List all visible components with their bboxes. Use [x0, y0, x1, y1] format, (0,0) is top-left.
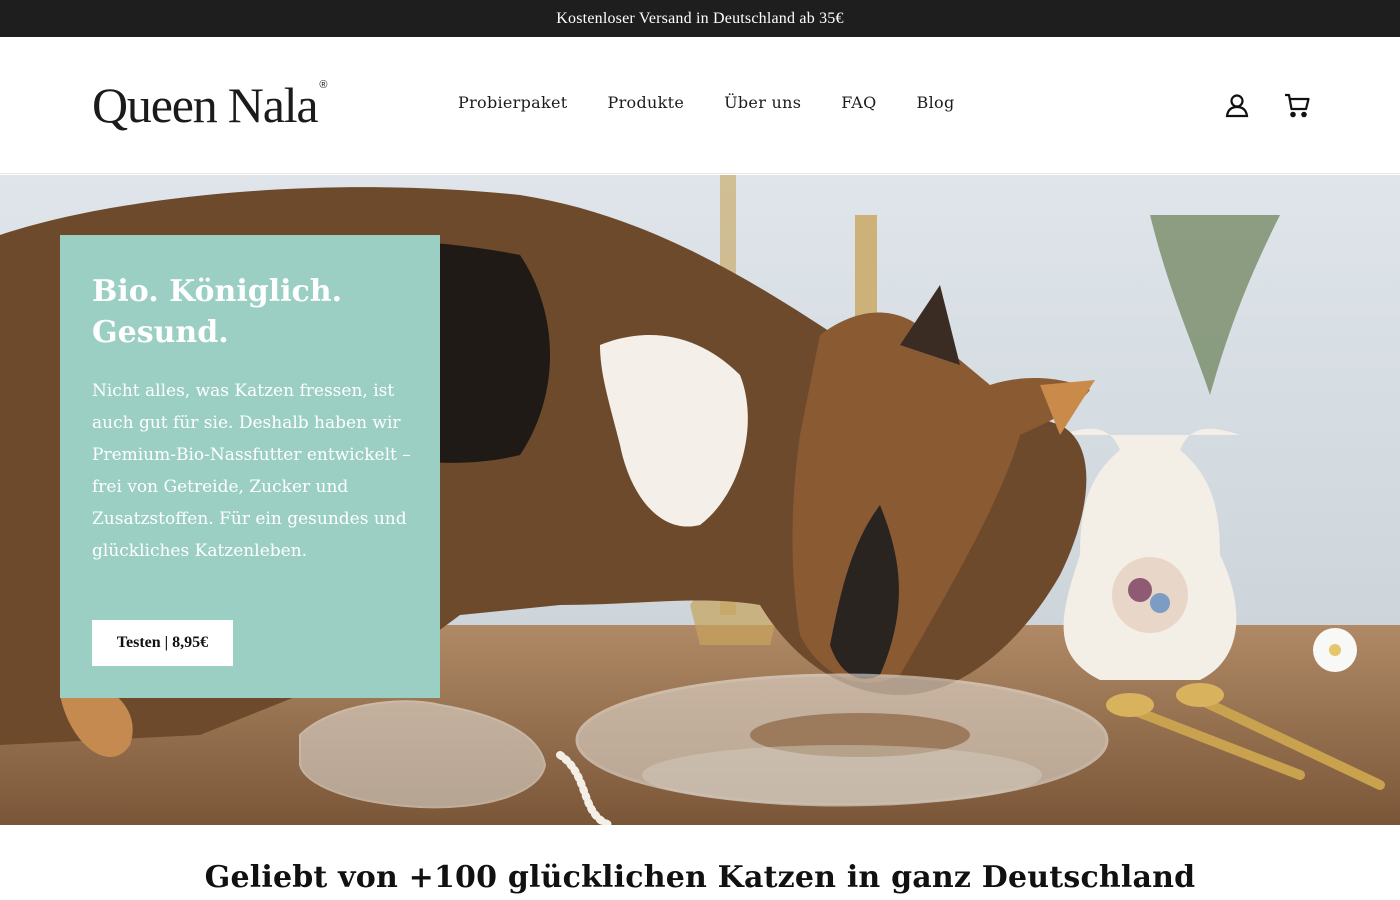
logo-text: Queen Nala: [92, 77, 319, 133]
hero-description: Nicht alles, was Katzen fressen, ist auc…: [92, 381, 411, 561]
announcement-bar: Kostenloser Versand in Deutschland ab 35…: [0, 0, 1400, 37]
test-package-button[interactable]: Testen | 8,95€: [92, 620, 233, 666]
testimonials-heading: Geliebt von +100 glücklichen Katzen in g…: [204, 860, 1196, 895]
nav-item-faq[interactable]: FAQ: [841, 93, 876, 112]
hero-title: Bio. Königlich. Gesund.: [92, 274, 343, 350]
logo[interactable]: Queen Nala ®: [92, 75, 328, 135]
nav-item-probierpaket[interactable]: Probierpaket: [458, 93, 568, 112]
account-icon[interactable]: [1224, 92, 1250, 118]
hero-card: Bio. Königlich. Gesund. Nicht alles, was…: [60, 235, 440, 698]
site-header: Queen Nala ® Probierpaket Produkte Über …: [0, 37, 1400, 174]
announcement-text: Kostenloser Versand in Deutschland ab 35…: [556, 9, 844, 27]
registered-mark: ®: [319, 79, 328, 91]
nav-item-blog[interactable]: Blog: [917, 93, 955, 112]
hero-banner: Bio. Königlich. Gesund. Nicht alles, was…: [0, 175, 1400, 825]
main-nav: Probierpaket Produkte Über uns FAQ Blog: [458, 93, 955, 112]
nav-item-ueber-uns[interactable]: Über uns: [724, 93, 801, 112]
header-icons: [1224, 92, 1310, 118]
nav-item-produkte[interactable]: Produkte: [608, 93, 685, 112]
cart-icon[interactable]: [1284, 92, 1310, 118]
